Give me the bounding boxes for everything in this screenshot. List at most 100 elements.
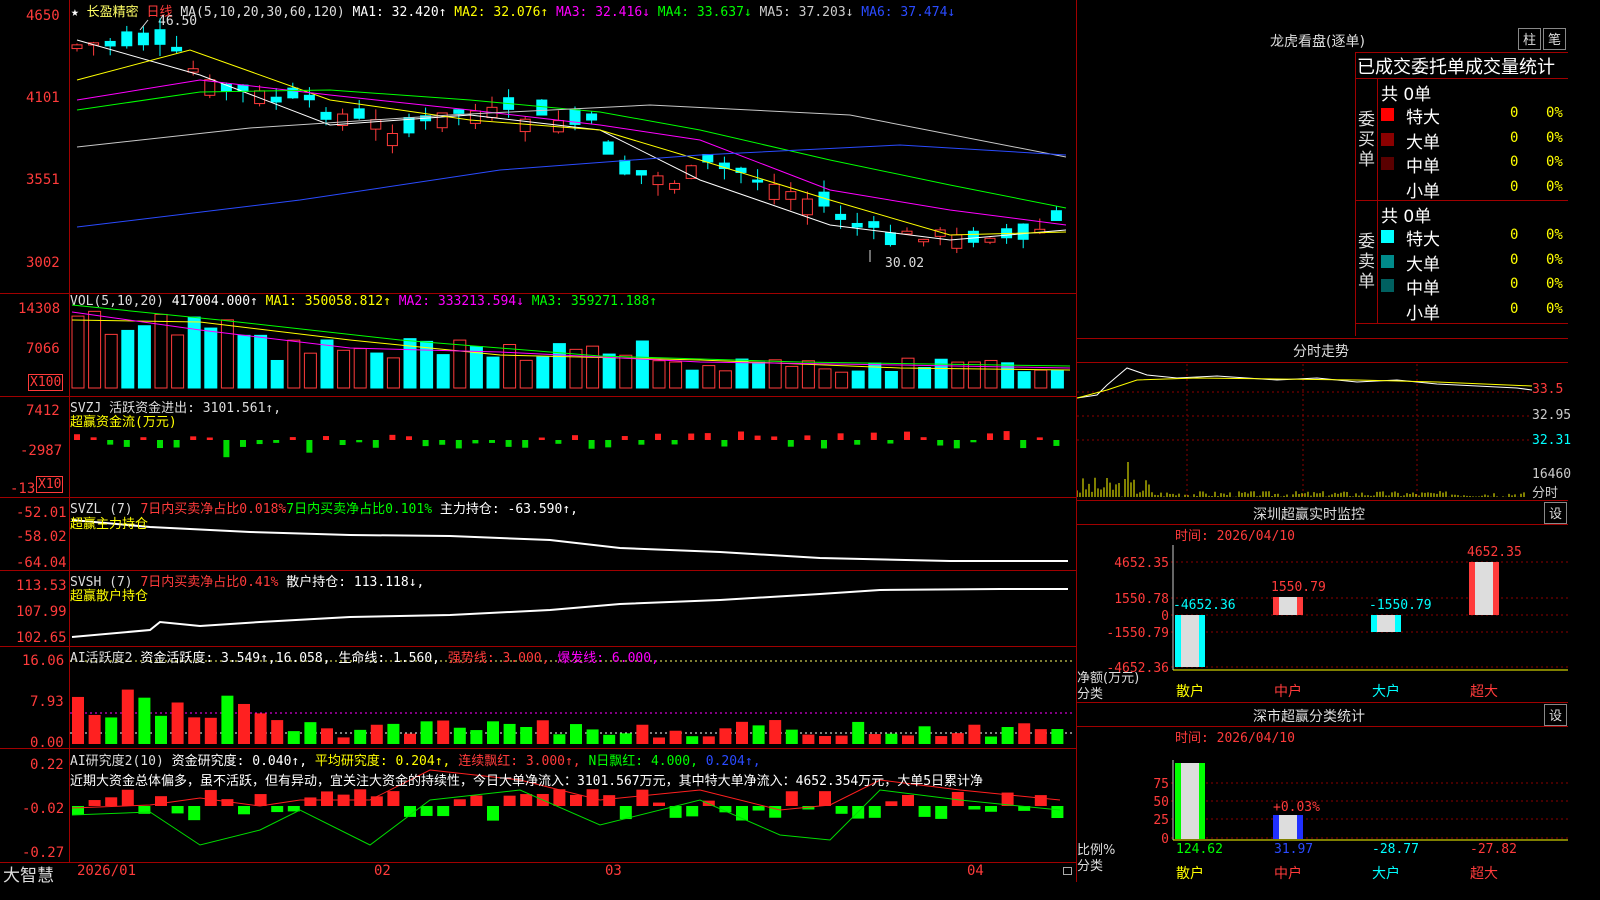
candle-body [868,221,880,228]
activity-bar [885,733,898,744]
capital-flow-bar [289,437,296,440]
capital-flow-bar [1003,431,1010,440]
activity-bar [387,723,400,744]
research-bar [852,806,865,819]
capital-flow-bar [90,437,97,440]
activity-bar [1034,729,1047,744]
volume-bar [669,361,683,389]
volume-bar [884,370,898,389]
ma-line [76,49,1067,236]
candle-body [602,141,614,155]
capital-flow-bar [439,440,446,445]
classify-chart[interactable]: 75 50 25 0 +0.03% 124.62 31.97 -28.77 -27.82 散户 中户… [1077,0,1568,882]
volume-bar [552,343,566,389]
volume-bar [320,339,334,389]
capital-flow-bar [1053,440,1060,446]
ai2-header: AI研究度2(10) 资金研究度: 0.040↑, 平均研究度: 0.204↑,… [70,754,761,769]
candle-body [453,109,465,114]
svzl-y-tick-0: -52.01 [16,505,67,521]
activity-bar [902,735,914,744]
research-bar [1051,806,1064,819]
volume-bar [602,353,616,389]
research-bar [238,806,250,815]
activity-bar [287,731,300,744]
capital-flow-bar [422,440,429,447]
svsh-subtitle: 超赢散户持仓 [70,589,149,604]
candle-body [918,238,930,243]
svzl-y-tick-1: -58.02 [16,529,67,545]
activity-bar [188,717,201,744]
volume-bar [420,340,434,389]
volume-bar [486,356,500,389]
retail-holding-line [71,588,1068,638]
volume-bar [370,352,384,389]
capital-flow-bar [472,440,479,444]
research-bar [420,806,433,816]
candle-body [984,237,996,243]
activity-bar [420,721,433,744]
candle-body [619,159,631,175]
capital-flow-bar [987,433,993,440]
capital-flow-bar [223,440,230,458]
candle-body [901,230,913,235]
classify-axis-label2: 分类 [1077,859,1104,874]
ma-line [76,39,1067,241]
classify-category: 大户 [1372,865,1400,882]
lock-icon[interactable] [1063,867,1072,875]
volume-bar [171,334,185,389]
activity-bar [453,727,466,744]
activity-bar [503,723,516,744]
classify-bar-highlight [1279,815,1297,839]
research-bar [304,797,317,806]
capital-flow-bar [173,440,180,448]
capital-flow-bar [206,437,213,440]
volume-bar [237,334,251,389]
capital-flow-bar [1020,440,1027,449]
left-chart-area[interactable]: 4650 4101 3551 3002 ★ 长盈精密 日线 MA(5,10,20… [0,0,1077,886]
research-bar [785,791,798,806]
activity-bar [404,733,416,744]
research-bar [619,806,632,820]
ai2-y-tick-0: 0.22 [30,757,64,773]
capital-flow-bar [787,440,794,447]
volume-bar [685,369,699,389]
capital-flow-bar [671,440,678,445]
research-bar [669,806,682,818]
svzj-y-tick-2: -13 [10,481,36,497]
activity-bar [354,729,367,744]
candle-body [951,234,963,249]
volume-bar [702,365,716,389]
activity-bar [619,733,632,744]
research-bar [835,806,848,814]
high-marker [139,19,149,31]
capital-flow-bar [688,433,695,440]
classify-y-tick: 25 [1153,813,1169,828]
activity-bar [686,736,699,744]
research-bar [570,794,582,806]
candle-body [270,96,282,103]
research-bar [1018,806,1031,811]
candlestick-chart[interactable] [0,0,1077,293]
candle-body [303,94,315,101]
svzj-subtitle: 超赢资金流(万元) [70,415,177,430]
activity-bar [736,721,748,744]
candle-body [386,132,398,147]
capital-flow-bar [489,440,495,443]
activity-bar [918,726,931,744]
research-bar [719,806,732,813]
ma-line [76,144,1067,228]
capital-flow-bar [157,440,163,449]
volume-bar [785,365,799,389]
activity-bar [935,736,948,744]
capital-flow-bar [505,440,512,447]
research-bar [819,791,831,806]
research-bar [453,799,466,806]
activity-bar [752,725,765,744]
capital-flow-bar [655,433,661,440]
volume-bar [337,349,351,389]
date-tick-1: 02 [374,863,391,879]
volume-bar [436,354,450,389]
research-bar [321,791,333,806]
volume-bar [386,357,400,389]
ma-line [76,79,1067,226]
